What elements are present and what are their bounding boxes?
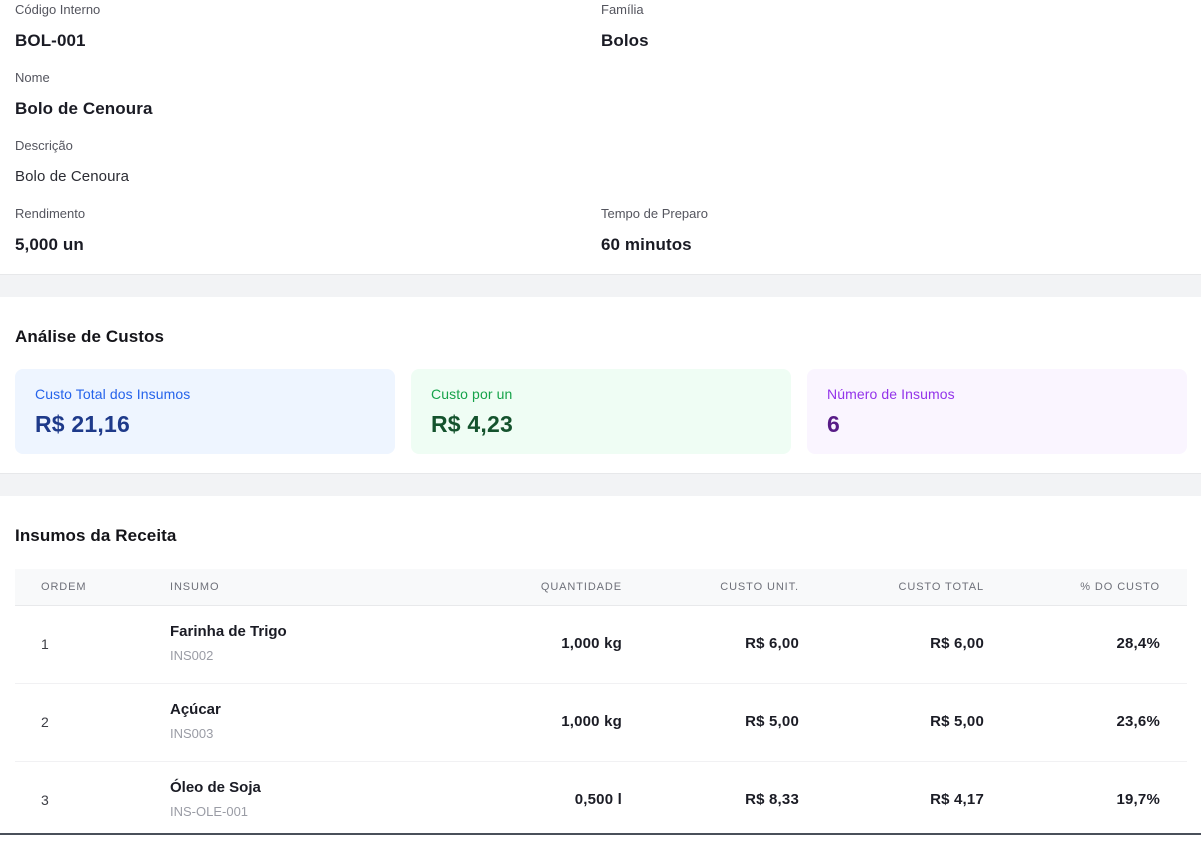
cell-insumo: Óleo de Soja INS-OLE-001 — [144, 778, 462, 821]
field-nome: Nome Bolo de Cenoura — [15, 70, 601, 120]
field-value: Bolo de Cenoura — [15, 166, 601, 188]
cell-custo-unit: R$ 5,00 — [622, 713, 799, 730]
cell-custo-total: R$ 4,17 — [799, 791, 984, 808]
field-tempo-preparo: Tempo de Preparo 60 minutos — [601, 206, 1187, 256]
table-header-row: ORDEM INSUMO QUANTIDADE CUSTO UNIT. CUST… — [15, 569, 1187, 606]
section-divider — [0, 274, 1201, 297]
kpi-card-value: 6 — [827, 411, 1167, 438]
insumo-name: Óleo de Soja — [170, 778, 462, 798]
table-row: 1 Farinha de Trigo INS002 1,000 kg R$ 6,… — [15, 606, 1187, 684]
cell-custo-total: R$ 6,00 — [799, 635, 984, 652]
kpi-card-value: R$ 4,23 — [431, 411, 771, 438]
field-familia: Família Bolos — [601, 2, 1187, 52]
cell-pct-custo: 28,4% — [984, 635, 1187, 652]
empty-cell — [601, 70, 1187, 138]
field-label: Rendimento — [15, 206, 601, 222]
cell-pct-custo: 23,6% — [984, 713, 1187, 730]
field-rendimento: Rendimento 5,000 un — [15, 206, 601, 256]
cell-insumo: Açúcar INS003 — [144, 700, 462, 743]
field-value: Bolos — [601, 30, 1187, 52]
cell-quantidade: 1,000 kg — [462, 713, 622, 730]
cell-ordem: 2 — [15, 714, 144, 730]
field-label: Código Interno — [15, 2, 601, 18]
insumo-code: INS002 — [170, 647, 462, 665]
col-header-quantidade: QUANTIDADE — [462, 581, 622, 593]
ingredients-title: Insumos da Receita — [15, 526, 1187, 546]
cost-analysis-title: Análise de Custos — [15, 327, 1187, 347]
cell-custo-unit: R$ 8,33 — [622, 791, 799, 808]
col-header-ordem: ORDEM — [15, 581, 144, 593]
kpi-card-label: Número de Insumos — [827, 386, 1167, 402]
field-label: Tempo de Preparo — [601, 206, 1187, 222]
ingredients-section: Insumos da Receita ORDEM INSUMO QUANTIDA… — [0, 496, 1201, 839]
cell-quantidade: 0,500 l — [462, 791, 622, 808]
cell-custo-total: R$ 5,00 — [799, 713, 984, 730]
cell-insumo: Farinha de Trigo INS002 — [144, 622, 462, 665]
field-value: 5,000 un — [15, 234, 601, 256]
recipe-fields-grid: Código Interno BOL-001 Família Bolos Nom… — [15, 2, 1187, 274]
field-value: 60 minutos — [601, 234, 1187, 256]
empty-cell — [601, 138, 1187, 206]
section-divider — [0, 473, 1201, 496]
kpi-card-label: Custo por un — [431, 386, 771, 402]
window-bottom-edge — [0, 833, 1201, 842]
kpi-card-label: Custo Total dos Insumos — [35, 386, 375, 402]
kpi-cards-row: Custo Total dos Insumos R$ 21,16 Custo p… — [15, 369, 1187, 454]
field-label: Família — [601, 2, 1187, 18]
table-row: 3 Óleo de Soja INS-OLE-001 0,500 l R$ 8,… — [15, 762, 1187, 839]
cost-analysis-section: Análise de Custos Custo Total dos Insumo… — [0, 297, 1201, 473]
field-descricao: Descrição Bolo de Cenoura — [15, 138, 601, 188]
field-value: BOL-001 — [15, 30, 601, 52]
kpi-card-custo-por-un: Custo por un R$ 4,23 — [411, 369, 791, 454]
kpi-card-custo-total: Custo Total dos Insumos R$ 21,16 — [15, 369, 395, 454]
kpi-card-numero-insumos: Número de Insumos 6 — [807, 369, 1187, 454]
insumo-code: INS003 — [170, 725, 462, 743]
field-value: Bolo de Cenoura — [15, 98, 601, 120]
field-label: Nome — [15, 70, 601, 86]
cell-custo-unit: R$ 6,00 — [622, 635, 799, 652]
col-header-custo-total: CUSTO TOTAL — [799, 581, 984, 593]
field-label: Descrição — [15, 138, 601, 154]
insumo-code: INS-OLE-001 — [170, 803, 462, 821]
col-header-pct-custo: % DO CUSTO — [984, 581, 1187, 593]
recipe-details-section: Código Interno BOL-001 Família Bolos Nom… — [0, 0, 1201, 274]
col-header-custo-unit: CUSTO UNIT. — [622, 581, 799, 593]
table-row: 2 Açúcar INS003 1,000 kg R$ 5,00 R$ 5,00… — [15, 684, 1187, 762]
cell-quantidade: 1,000 kg — [462, 635, 622, 652]
kpi-card-value: R$ 21,16 — [35, 411, 375, 438]
cell-ordem: 1 — [15, 636, 144, 652]
cell-ordem: 3 — [15, 792, 144, 808]
field-codigo-interno: Código Interno BOL-001 — [15, 2, 601, 52]
col-header-insumo: INSUMO — [144, 581, 462, 593]
insumo-name: Farinha de Trigo — [170, 622, 462, 642]
cell-pct-custo: 19,7% — [984, 791, 1187, 808]
insumo-name: Açúcar — [170, 700, 462, 720]
